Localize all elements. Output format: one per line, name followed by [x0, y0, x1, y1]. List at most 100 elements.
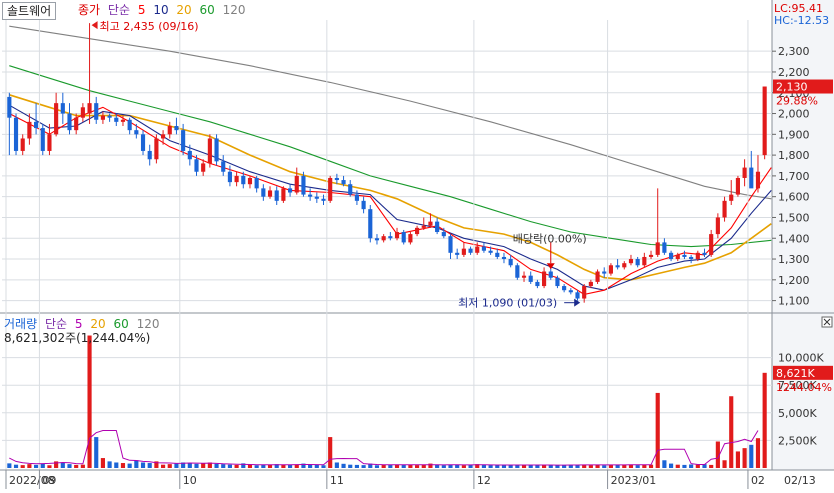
volume-bar [722, 460, 727, 468]
volume-bar [114, 462, 119, 468]
volume-bar [107, 461, 112, 468]
price-tick-label: 1,700 [778, 170, 810, 183]
volume-bar [695, 464, 700, 468]
candle-body [127, 119, 132, 131]
candle-body [308, 194, 313, 197]
candle-body [669, 252, 674, 260]
candle-body [80, 107, 85, 118]
legend-vma60: 60 [113, 317, 129, 331]
candle-body [448, 236, 453, 253]
candle-body [401, 232, 406, 243]
volume-bar [281, 464, 286, 468]
volume-bar [87, 335, 92, 468]
volume-bar [635, 465, 640, 468]
stock-name: 솔트웨어 [7, 4, 52, 18]
candle-body [20, 138, 25, 151]
volume-bar [80, 464, 85, 468]
candle-body [13, 117, 19, 151]
volume-bar [742, 448, 747, 468]
x-tick-label: 11 [330, 474, 344, 487]
volume-bar [187, 463, 192, 468]
volume-bar [408, 464, 413, 468]
candle-body [328, 177, 333, 201]
volume-bar [735, 451, 740, 468]
candle-body [528, 275, 533, 282]
candle-body [501, 256, 507, 260]
volume-bar [729, 396, 734, 468]
volume-bar [328, 437, 333, 468]
price-tick-label: 1,300 [778, 253, 810, 266]
candle-body [461, 248, 466, 255]
candle-body [140, 134, 146, 151]
candle-body [715, 217, 720, 235]
volume-bar [161, 464, 166, 468]
candle-body [60, 103, 65, 114]
candle-body [682, 254, 687, 257]
volume-bar [221, 464, 226, 468]
current-volume-pct-label: 1244.04% [776, 381, 832, 394]
candle-body [294, 175, 299, 193]
volume-bar [669, 463, 674, 468]
volume-bar [689, 464, 694, 468]
volume-bar [675, 464, 680, 468]
candle-body [555, 277, 560, 287]
volume-bar [655, 392, 660, 468]
candle-body [187, 150, 192, 160]
volume-bar [709, 464, 714, 468]
candle-body [181, 130, 186, 151]
x-tick-label: 10 [183, 474, 197, 487]
volume-bar [214, 463, 219, 468]
candle-body [27, 121, 32, 139]
candle-body [421, 225, 426, 228]
dividend-annotation: 배당락(0.00%) [513, 232, 587, 245]
volume-bar [334, 462, 339, 468]
candle-body [100, 115, 105, 120]
legend-ma20: 20 [176, 3, 192, 17]
volume-bar [455, 464, 460, 468]
candle-body [622, 263, 627, 268]
candle-body [348, 184, 353, 195]
candle-body [729, 194, 734, 201]
candle-body [354, 194, 359, 201]
volume-bar [201, 463, 206, 468]
candle-body [261, 188, 266, 197]
candle-body [381, 236, 386, 241]
stock-name-box[interactable]: 솔트웨어 [2, 2, 57, 20]
volume-bar [127, 463, 132, 468]
candle-body [415, 227, 420, 235]
volume-bar [341, 463, 346, 468]
candle-body [562, 286, 567, 291]
volume-current-text: 8,621,302주(1,244.04%) [4, 331, 151, 345]
candle-body [689, 256, 694, 260]
volume-bar [100, 458, 105, 468]
candle-body [107, 115, 112, 118]
volume-bar [354, 464, 359, 468]
volume-bar [147, 463, 152, 468]
candle-body [368, 209, 373, 239]
volume-bar [602, 465, 607, 468]
candle-body [675, 254, 680, 260]
chart-canvas[interactable]: 2,3002,2002,1002,0001,9001,8001,7001,600… [0, 0, 834, 489]
price-legend[interactable]: 종가 단순 5 10 20 60 120 [78, 2, 250, 18]
candle-body [241, 175, 246, 185]
legend-ma120: 120 [222, 3, 246, 17]
candle-body [120, 119, 126, 122]
candle-body [201, 163, 206, 172]
price-tick-label: 1,400 [778, 232, 810, 245]
legend-ma60: 60 [199, 3, 215, 17]
price-tick-label: 1,600 [778, 191, 810, 204]
current-price-label: 2,130 [776, 81, 808, 94]
price-tick-label: 1,800 [778, 149, 810, 162]
candle-body [254, 177, 259, 189]
volume-bar [461, 465, 466, 468]
volume-bar [762, 372, 767, 468]
candle-body [755, 171, 761, 189]
candle-body [334, 177, 339, 181]
candle-body [441, 232, 446, 237]
candle-body [301, 175, 306, 195]
candle-body [709, 234, 714, 255]
stock-chart-window: 2,3002,2002,1002,0001,9001,8001,7001,600… [0, 0, 834, 489]
volume-bar [227, 464, 232, 468]
price-tick-label: 1,500 [778, 211, 810, 224]
candle-body [542, 271, 547, 287]
